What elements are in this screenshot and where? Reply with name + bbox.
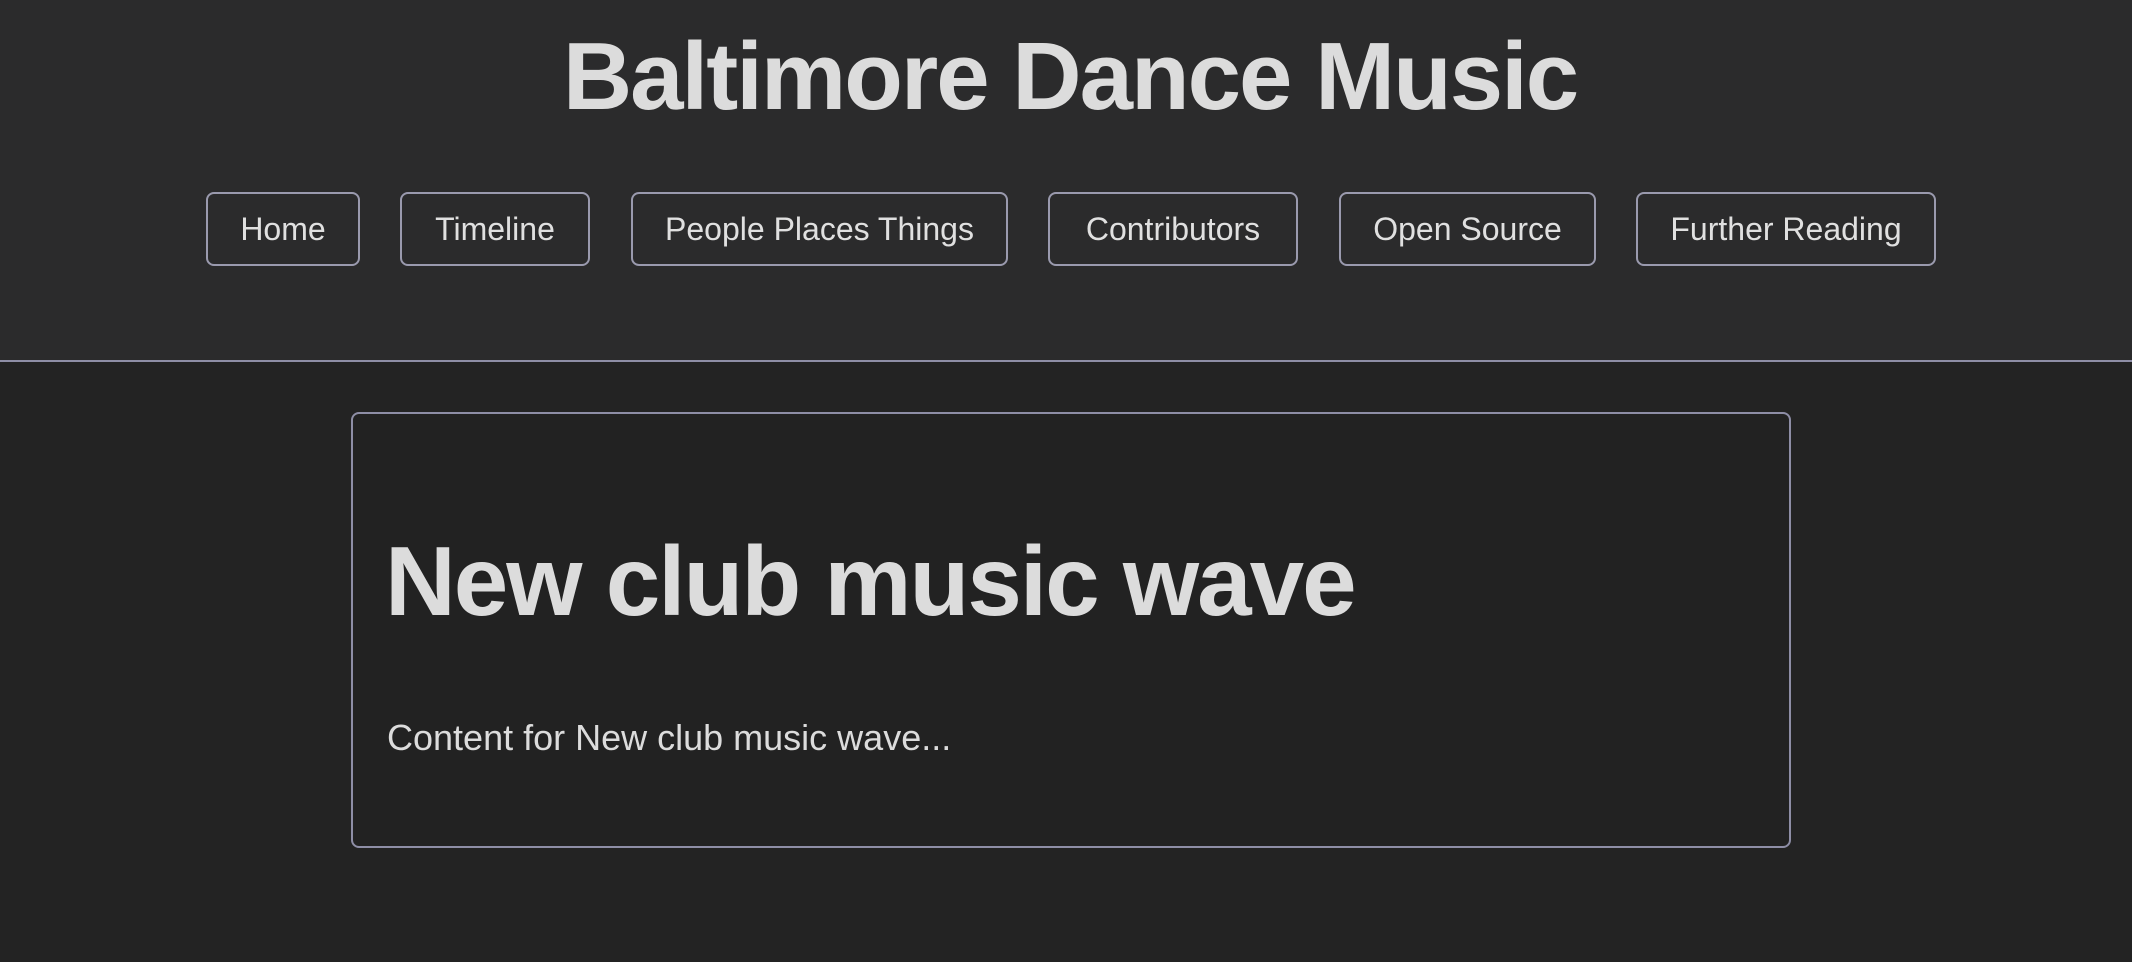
nav-people-places-things-button[interactable]: People Places Things [631, 192, 1008, 266]
main-nav: Home Timeline People Places Things Contr… [0, 192, 2132, 266]
nav-further-reading-button[interactable]: Further Reading [1636, 192, 1936, 266]
article-card: New club music wave Content for New club… [351, 412, 1791, 848]
nav-open-source-button[interactable]: Open Source [1339, 192, 1596, 266]
article-body: Content for New club music wave... [387, 717, 952, 758]
site-header: Baltimore Dance Music Home Timeline Peop… [0, 0, 2132, 362]
nav-contributors-button[interactable]: Contributors [1048, 192, 1298, 266]
article-heading: New club music wave [385, 526, 1357, 636]
nav-timeline-button[interactable]: Timeline [400, 192, 590, 266]
nav-home-button[interactable]: Home [206, 192, 360, 266]
site-title: Baltimore Dance Music [562, 23, 1579, 130]
